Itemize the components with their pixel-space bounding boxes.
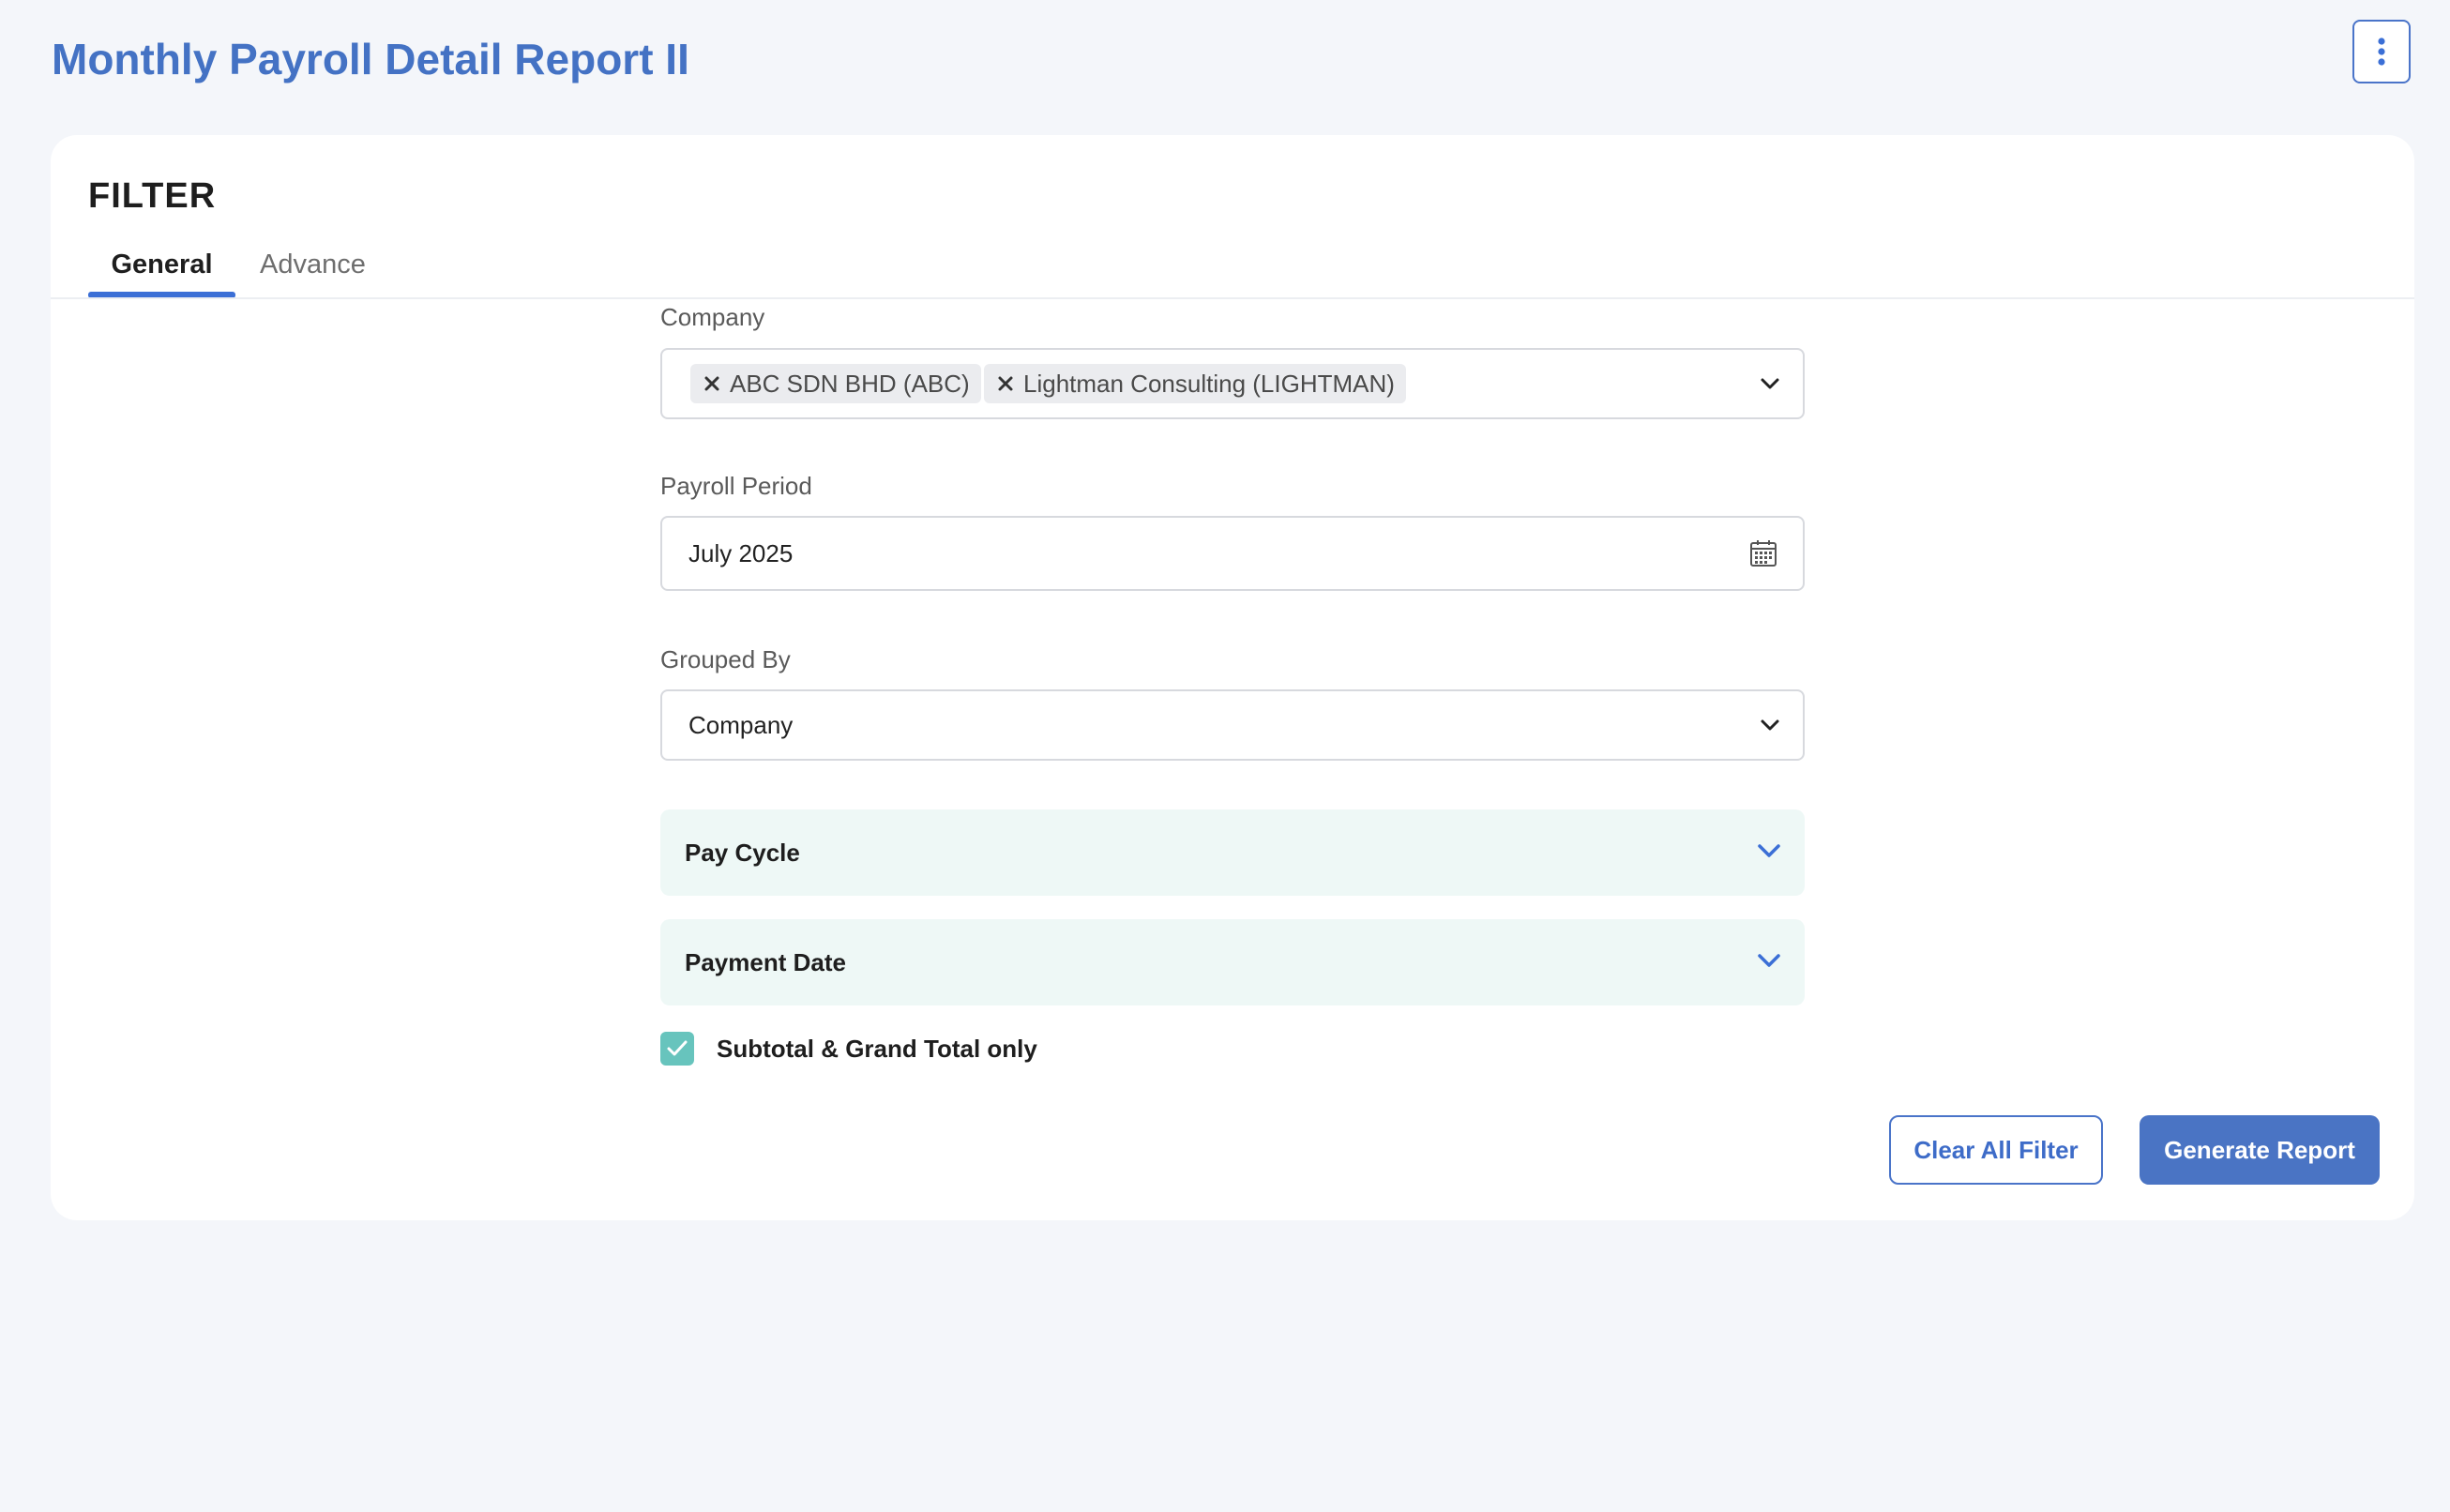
close-icon [998,376,1013,391]
calendar-icon[interactable] [1748,538,1778,568]
chevron-down-icon [1758,954,1780,967]
chip-remove-button[interactable] [993,371,1018,396]
generate-report-button[interactable]: Generate Report [2140,1115,2380,1185]
chevron-down-icon [1761,719,1779,731]
pay-cycle-accordion[interactable]: Pay Cycle [660,809,1805,896]
filter-panel: FILTER General Advance Company ABC SDN B… [51,135,2414,1220]
payment-date-title: Payment Date [685,947,846,976]
subtotal-only-checkbox[interactable] [660,1032,694,1066]
pay-cycle-title: Pay Cycle [685,838,800,867]
grouped-by-select[interactable]: Company [660,689,1805,761]
payroll-period-input[interactable]: July 2025 [660,516,1805,591]
grouped-by-value: Company [688,710,794,739]
payroll-period-label: Payroll Period [660,472,812,500]
chip-remove-button[interactable] [700,371,724,396]
company-chip: Lightman Consulting (LIGHTMAN) [984,364,1406,403]
page-title: Monthly Payroll Detail Report II [52,35,689,83]
chevron-down-icon[interactable] [1760,376,1780,391]
tab-general[interactable]: General [88,240,235,289]
kebab-menu-icon [2378,38,2385,66]
clear-all-filter-button[interactable]: Clear All Filter [1889,1115,2103,1185]
company-chip: ABC SDN BHD (ABC) [690,364,981,403]
close-icon [704,376,719,391]
tab-advance[interactable]: Advance [260,240,366,289]
payroll-period-value: July 2025 [688,538,794,567]
company-label: Company [660,303,765,331]
grouped-by-label: Grouped By [660,645,791,673]
more-options-button[interactable] [2352,20,2411,83]
payment-date-accordion[interactable]: Payment Date [660,919,1805,1005]
subtotal-only-label[interactable]: Subtotal & Grand Total only [717,1031,1037,1066]
chip-label: Lightman Consulting (LIGHTMAN) [1023,369,1395,398]
check-icon [667,1040,688,1056]
filter-heading: FILTER [88,176,217,216]
company-multiselect[interactable]: ABC SDN BHD (ABC) Lightman Consulting (L… [660,348,1805,419]
tabs-divider [51,297,2414,299]
chip-label: ABC SDN BHD (ABC) [730,369,970,398]
chevron-down-icon [1758,844,1780,857]
